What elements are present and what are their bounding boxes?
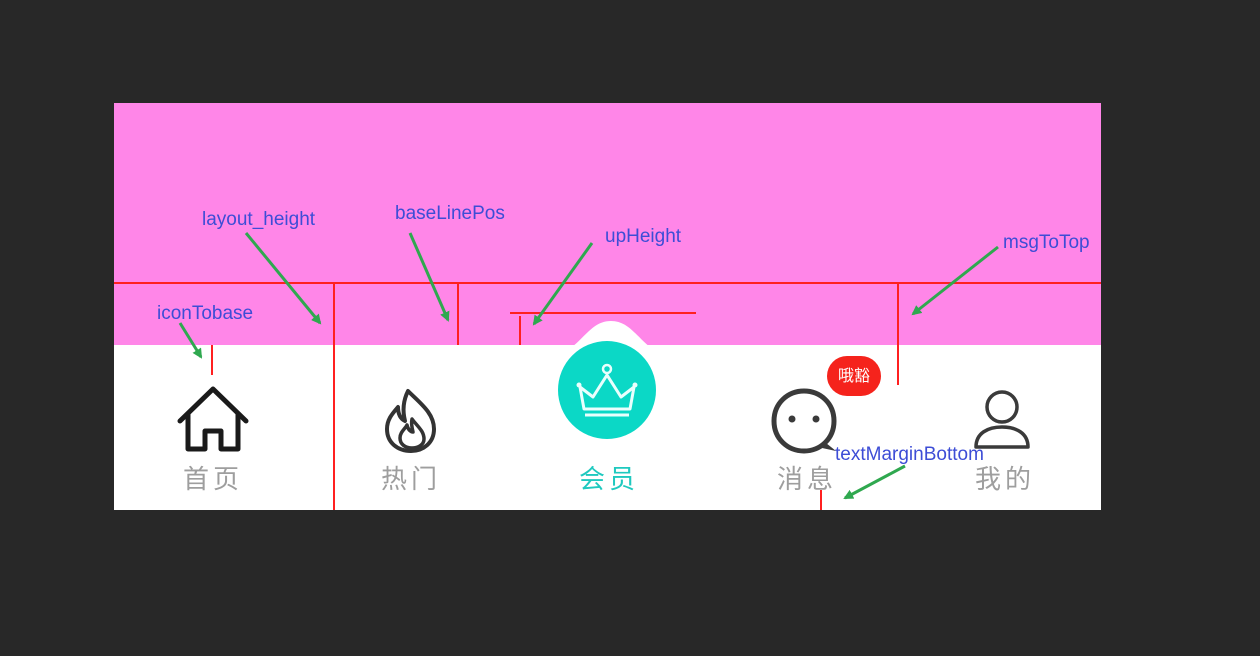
text-margin-bottom-arrow xyxy=(843,464,906,500)
icon-to-base-arrow xyxy=(178,322,203,359)
msg-to-top-arrow xyxy=(911,245,999,316)
annotation-msg-to-top: msgToTop xyxy=(1003,232,1090,253)
baseline-pos-arrow xyxy=(408,232,450,322)
annotation-layout-height: layout_height xyxy=(202,209,316,230)
annotation-text-margin-bottom: textMarginBottom xyxy=(835,444,984,465)
annotation-baseline-pos: baseLinePos xyxy=(395,203,505,224)
annotation-up-height: upHeight xyxy=(605,226,682,247)
annotation-overlay xyxy=(114,232,1101,510)
layout-height-arrow xyxy=(244,232,322,325)
annotation-icon-to-base: iconTobase xyxy=(157,303,254,324)
